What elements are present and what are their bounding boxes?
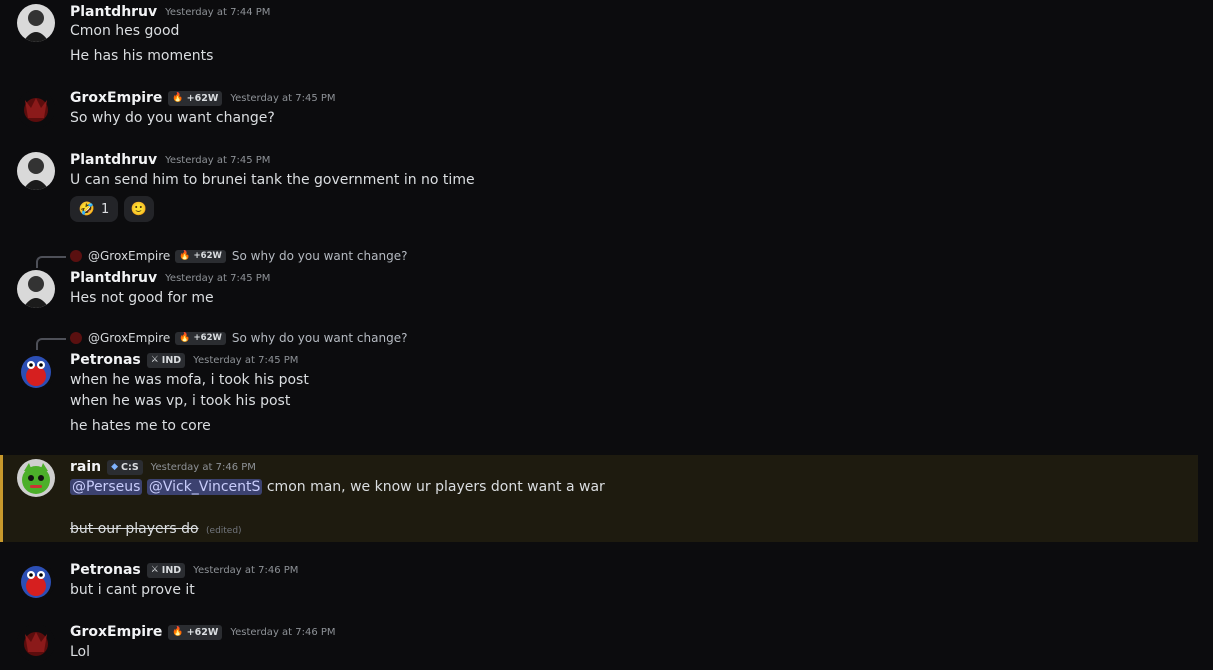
message-text: So why do you want change? [70,110,275,126]
timestamp: Yesterday at 7:45 PM [165,154,271,166]
role-tag[interactable]: 🔥 +62W [168,624,223,640]
role-tag[interactable]: 🔥 +62W [168,90,223,106]
message-header: GroxEmpire 🔥 +62W Yesterday at 7:45 PM [70,88,336,108]
avatar[interactable] [17,562,55,600]
reply-spine [36,338,66,350]
avatar[interactable] [17,270,55,308]
fire-icon: 🔥 [172,627,184,637]
fire-icon: 🔥 [179,251,191,261]
fire-icon: 🔥 [172,93,184,103]
message-text: Lol [70,644,91,660]
add-reaction-icon: 🙂 [130,201,148,217]
reply-username[interactable]: @GroxEmpire [88,249,170,263]
message-text: He has his moments [70,48,214,64]
message-text: but our players do (edited) [70,521,242,537]
avatar-image [17,90,55,128]
timestamp: Yesterday at 7:46 PM [193,564,299,576]
message-header: Petronas ⚔ IND Yesterday at 7:46 PM [70,560,298,580]
username[interactable]: Plantdhruv [70,4,157,20]
message-text: he hates me to core [70,418,211,434]
fire-icon: 🔥 [179,333,191,343]
avatar-image [17,152,55,190]
avatar[interactable] [17,459,55,497]
role-tag: 🔥 +62W [175,331,226,345]
reply-spine [36,256,66,268]
message-text: Hes not good for me [70,290,214,306]
avatar[interactable] [17,90,55,128]
reply-avatar [70,332,82,344]
message-text: when he was vp, i took his post [70,393,291,409]
avatar-image [17,624,55,662]
timestamp: Yesterday at 7:45 PM [230,92,336,104]
timestamp: Yesterday at 7:44 PM [165,6,271,18]
user-mention[interactable]: @Perseus [70,479,143,495]
edited-label: (edited) [206,526,242,536]
reply-preview[interactable]: @GroxEmpire 🔥 +62W So why do you want cha… [70,330,407,346]
role-tag[interactable]: ◆ C:S [107,459,143,475]
user-mention[interactable]: @Vick_VincentS [146,479,263,495]
chat-log: Plantdhruv Yesterday at 7:44 PM Cmon hes… [0,0,1213,670]
role-tag-label: +62W [193,333,222,343]
message-body: cmon man, we know ur players dont want a… [266,479,605,495]
username[interactable]: GroxEmpire [70,624,162,640]
add-reaction-button[interactable]: 🙂 [124,196,154,222]
timestamp: Yesterday at 7:45 PM [193,354,299,366]
username[interactable]: Plantdhruv [70,152,157,168]
avatar-image [17,352,55,390]
timestamp: Yesterday at 7:46 PM [150,461,256,473]
role-tag-label: IND [161,564,182,576]
avatar-image [17,270,55,308]
message-text: Cmon hes good [70,23,180,39]
avatar[interactable] [17,352,55,390]
username[interactable]: Petronas [70,562,141,578]
message-header: GroxEmpire 🔥 +62W Yesterday at 7:46 PM [70,622,336,642]
avatar-image [17,562,55,600]
avatar[interactable] [17,624,55,662]
reply-username[interactable]: @GroxEmpire [88,331,170,345]
avatar[interactable] [17,4,55,42]
role-tag-label: C:S [121,461,139,473]
role-tag[interactable]: ⚔ IND [146,352,186,368]
reaction-rofl[interactable]: 🤣 1 [70,196,118,222]
shield-icon: ◆ [111,462,119,472]
reply-text: So why do you want change? [231,249,408,263]
timestamp: Yesterday at 7:46 PM [230,626,336,638]
reaction-count: 1 [100,201,110,217]
strikethrough-text: but our players do [70,521,199,537]
message-header: rain ◆ C:S Yesterday at 7:46 PM [70,457,256,477]
message-text: but i cant prove it [70,582,195,598]
username[interactable]: GroxEmpire [70,90,162,106]
message-header: Petronas ⚔ IND Yesterday at 7:45 PM [70,350,298,370]
swords-icon: ⚔ [150,355,159,365]
username[interactable]: Plantdhruv [70,270,157,286]
message-text: U can send him to brunei tank the govern… [70,172,475,188]
role-tag-label: +62W [186,92,219,104]
swords-icon: ⚔ [150,565,159,575]
role-tag: 🔥 +62W [175,249,226,263]
timestamp: Yesterday at 7:45 PM [165,272,271,284]
message-text: when he was mofa, i took his post [70,372,309,388]
username[interactable]: Petronas [70,352,141,368]
message-text: @Perseus @Vick_VincentS cmon man, we kno… [70,479,605,495]
message-header: Plantdhruv Yesterday at 7:44 PM [70,2,270,22]
role-tag-label: IND [161,354,182,366]
role-tag-label: +62W [186,626,219,638]
username[interactable]: rain [70,459,101,475]
role-tag-label: +62W [193,251,222,261]
reply-preview[interactable]: @GroxEmpire 🔥 +62W So why do you want cha… [70,248,407,264]
avatar[interactable] [17,152,55,190]
role-tag[interactable]: ⚔ IND [146,562,186,578]
avatar-image [17,459,55,497]
rofl-emoji-icon: 🤣 [78,201,95,217]
message-header: Plantdhruv Yesterday at 7:45 PM [70,150,270,170]
reply-avatar [70,250,82,262]
message-header: Plantdhruv Yesterday at 7:45 PM [70,268,270,288]
avatar-image [17,4,55,42]
reply-text: So why do you want change? [231,331,408,345]
